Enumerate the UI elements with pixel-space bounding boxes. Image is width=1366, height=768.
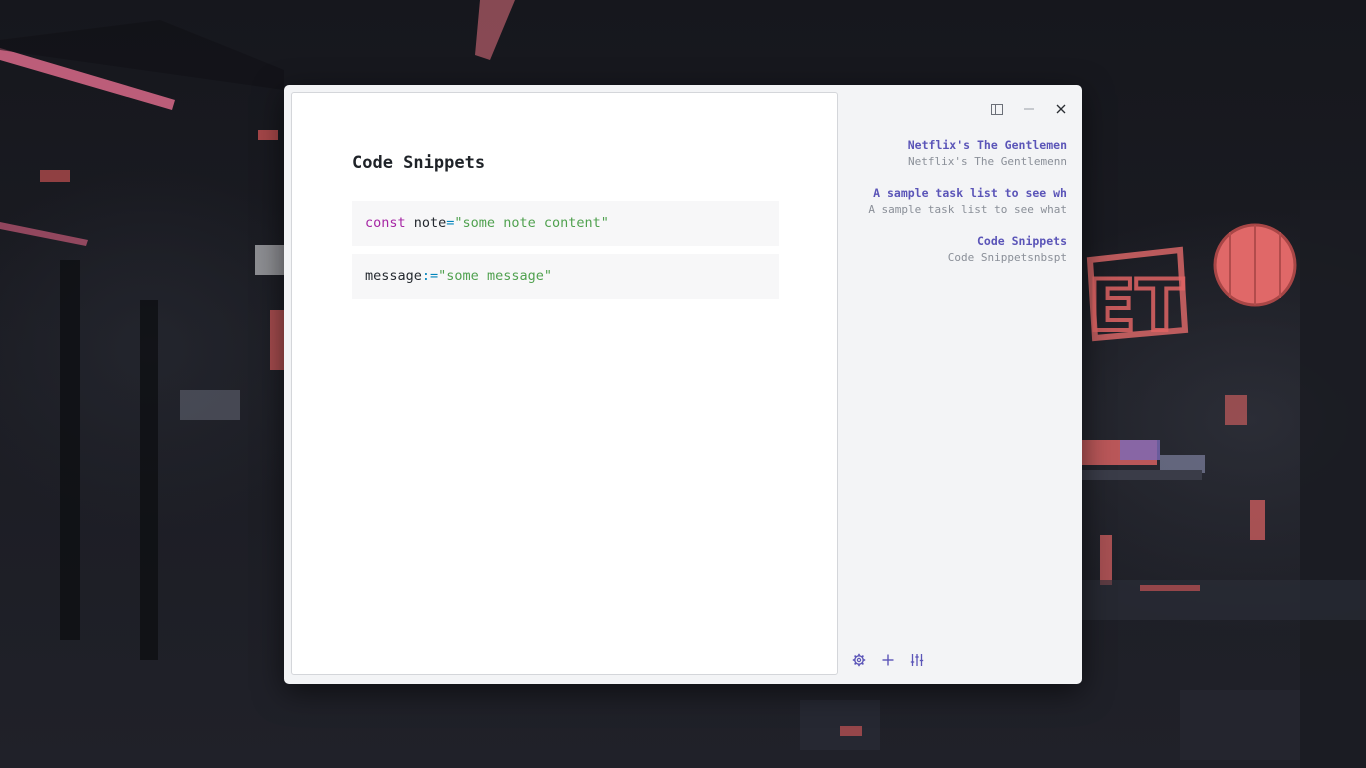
add-note-button[interactable] (879, 651, 897, 669)
svg-text:ET: ET (1088, 265, 1184, 347)
note-list: Netflix's The Gentlemen Netflix's The Ge… (853, 137, 1067, 281)
close-button[interactable] (1052, 100, 1070, 118)
note-item-title: A sample task list to see wh (873, 186, 1067, 200)
code-string: "some message" (438, 268, 552, 284)
note-item-preview: A sample task list to see what (868, 203, 1067, 216)
note-item-preview: Code Snippetsnbspt (947, 251, 1067, 264)
note-item-title: Code Snippets (976, 234, 1067, 248)
code-operator: := (421, 268, 439, 284)
minimize-button[interactable] (1020, 100, 1038, 118)
code-keyword: const (365, 215, 406, 231)
add-note-plus-icon (882, 654, 894, 666)
note-editor[interactable]: Code Snippets const note="some note cont… (291, 92, 838, 675)
settings-gear-icon (852, 653, 866, 667)
code-identifier: message (365, 268, 422, 284)
code-block[interactable]: const note="some note content" (352, 201, 779, 246)
sliders-icon (910, 654, 924, 666)
window-controls (988, 100, 1070, 118)
notes-sidebar: Netflix's The Gentlemen Netflix's The Ge… (838, 85, 1082, 684)
sliders-button[interactable] (908, 651, 926, 669)
close-icon (1056, 104, 1066, 114)
minimize-icon (1024, 108, 1034, 110)
note-list-item[interactable]: Netflix's The Gentlemen Netflix's The Ge… (853, 137, 1067, 170)
sidebar-footer (850, 651, 926, 669)
code-block[interactable]: message:="some message" (352, 254, 779, 299)
note-item-preview: Netflix's The Gentlemenn (908, 155, 1067, 168)
sidebar-toggle-icon (991, 103, 1003, 115)
sidebar-toggle-button[interactable] (988, 100, 1006, 118)
note-item-title: Netflix's The Gentlemen (907, 138, 1067, 152)
code-identifier: note (405, 215, 447, 231)
settings-button[interactable] (850, 651, 868, 669)
note-list-item[interactable]: A sample task list to see wh A sample ta… (853, 185, 1067, 218)
note-list-item[interactable]: Code Snippets Code Snippetsnbspt (853, 233, 1067, 266)
note-title[interactable]: Code Snippets (352, 153, 485, 173)
code-string: "some note content" (454, 215, 609, 231)
app-window: Code Snippets const note="some note cont… (284, 85, 1082, 684)
